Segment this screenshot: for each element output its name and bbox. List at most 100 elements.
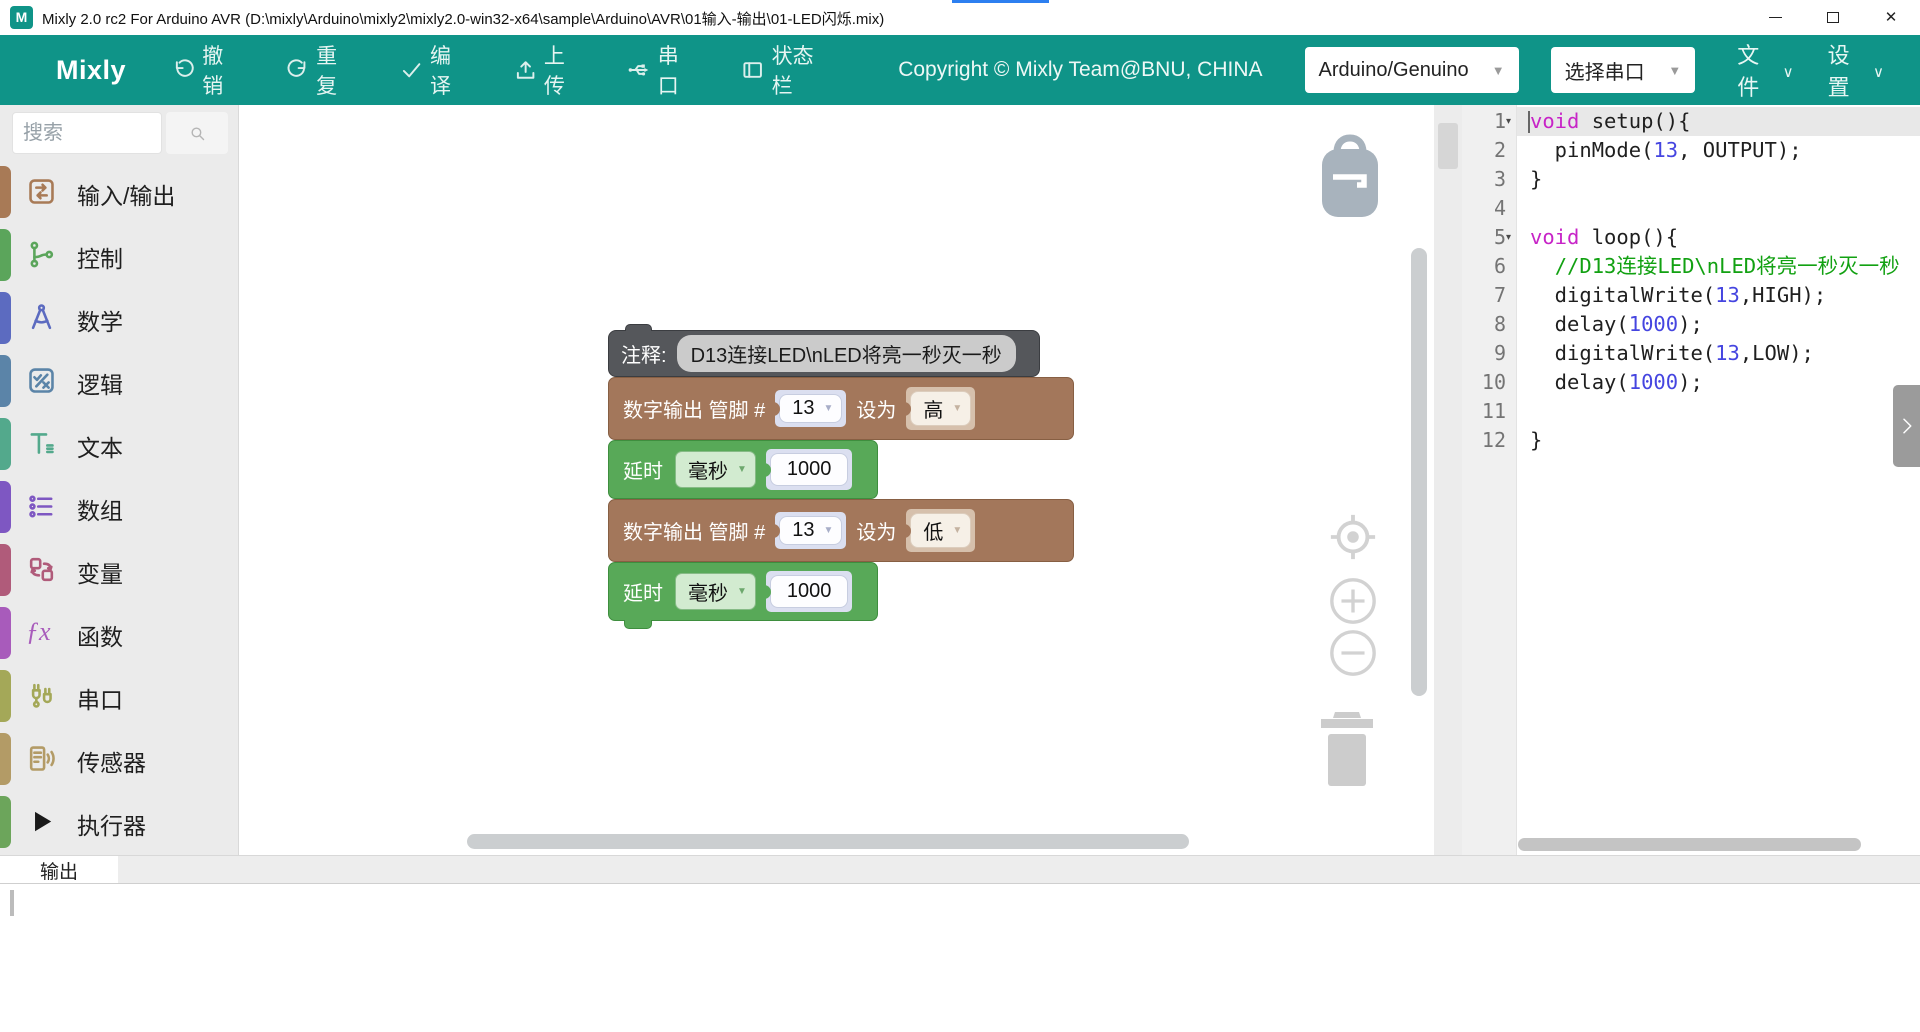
sidebar-category[interactable]: 逻辑 — [0, 349, 239, 412]
delay-value-field[interactable]: 1000 — [770, 575, 849, 608]
delay-value-field[interactable]: 1000 — [770, 453, 849, 486]
block-bottom-tab — [624, 620, 652, 629]
category-label: 变量 — [77, 555, 123, 589]
code-line[interactable]: 5▾void loop(){ — [1462, 223, 1920, 252]
port-select[interactable]: 选择串口 ▼ — [1551, 47, 1696, 93]
settings-menu-label: 设置 — [1828, 38, 1868, 102]
line-number: 9 — [1462, 339, 1506, 368]
code-line[interactable]: 7 digitalWrite(13,HIGH); — [1462, 281, 1920, 310]
delay-unit-dropdown[interactable]: 毫秒▼ — [675, 451, 756, 488]
set-label: 设为 — [856, 516, 896, 545]
compile-button[interactable]: 编译 — [400, 40, 468, 100]
fold-arrow-icon[interactable]: ▾ — [1506, 107, 1517, 136]
minimize-icon — [1769, 17, 1782, 18]
statusbar-button[interactable]: 状态栏 — [741, 40, 828, 100]
category-color-strip — [0, 544, 11, 596]
settings-menu[interactable]: 设置 ∨ — [1828, 38, 1884, 102]
maximize-icon — [1827, 12, 1839, 23]
code-horizontal-scrollbar[interactable] — [1518, 838, 1861, 851]
window-title: Mixly 2.0 rc2 For Arduino AVR (D:\mixly\… — [42, 8, 884, 29]
search-input[interactable] — [12, 112, 162, 154]
sidebar-category[interactable]: 变量 — [0, 538, 239, 601]
board-select-value: Arduino/Genuino — [1319, 59, 1469, 82]
category-label: 输入/输出 — [77, 177, 175, 211]
output-console[interactable] — [0, 883, 1920, 1032]
tab-output[interactable]: 输出 — [0, 856, 118, 884]
category-color-strip — [0, 607, 11, 659]
code-text: delay(1000); — [1530, 310, 1703, 339]
digital-write-low-block[interactable]: 数字输出 管脚 # 13▼ 设为 低▼ — [608, 499, 1074, 562]
code-line[interactable]: 6 //D13连接LED\nLED将亮一秒灭一秒 — [1462, 252, 1920, 281]
fold-arrow-icon[interactable]: ▾ — [1506, 223, 1517, 252]
comment-text-field[interactable]: D13连接LED\nLED将亮一秒灭一秒 — [677, 335, 1016, 372]
comment-block-label: 注释: — [621, 339, 667, 368]
line-number: 3 — [1462, 165, 1506, 194]
code-line[interactable]: 10 delay(1000); — [1462, 368, 1920, 397]
close-button[interactable]: ✕ — [1862, 0, 1920, 35]
undo-button[interactable]: 撤销 — [172, 40, 240, 100]
zoom-out-button[interactable] — [1328, 628, 1378, 678]
sidebar-category[interactable]: 输入/输出 — [0, 160, 239, 223]
code-line[interactable]: 4 — [1462, 194, 1920, 223]
pin-dropdown[interactable]: 13▼ — [779, 516, 842, 545]
divider-thumb[interactable] — [1438, 123, 1458, 169]
board-select[interactable]: Arduino/Genuino ▼ — [1305, 47, 1519, 93]
level-dropdown[interactable]: 低▼ — [910, 513, 971, 548]
code-text: digitalWrite(13,LOW); — [1530, 339, 1814, 368]
sidebar-category[interactable]: 控制 — [0, 223, 239, 286]
code-line[interactable]: 2 pinMode(13, OUTPUT); — [1462, 136, 1920, 165]
sidebar-category[interactable]: 数学 — [0, 286, 239, 349]
backpack-icon[interactable] — [1318, 132, 1382, 220]
output-caret — [10, 890, 14, 916]
pin-dropdown[interactable]: 13▼ — [779, 394, 842, 423]
redo-button[interactable]: 重复 — [286, 40, 354, 100]
code-line[interactable]: 8 delay(1000); — [1462, 310, 1920, 339]
sidebar-category[interactable]: 文本 — [0, 412, 239, 475]
chevron-down-icon: ▼ — [952, 525, 962, 536]
code-panel-expand-button[interactable] — [1893, 385, 1920, 467]
file-menu[interactable]: 文件 ∨ — [1737, 38, 1793, 102]
zoom-in-button[interactable] — [1328, 576, 1378, 626]
compile-icon — [400, 57, 423, 83]
level-dropdown[interactable]: 高▼ — [910, 391, 971, 426]
serial-button[interactable]: 串口 — [627, 40, 695, 100]
text-icon — [26, 428, 57, 459]
maximize-button[interactable] — [1804, 0, 1862, 35]
port-select-value: 选择串口 — [1565, 56, 1645, 85]
code-line[interactable]: 11 — [1462, 397, 1920, 426]
delay-block-1[interactable]: 延时 毫秒▼ 1000 — [608, 440, 878, 499]
workspace-vertical-scrollbar[interactable] — [1411, 248, 1427, 696]
delay-block-2[interactable]: 延时 毫秒▼ 1000 — [608, 562, 878, 621]
chevron-down-icon: ▼ — [1492, 63, 1505, 78]
zoom-reset-button[interactable] — [1328, 512, 1378, 562]
pin-value: 13 — [792, 397, 814, 420]
category-label: 传感器 — [77, 744, 146, 778]
compile-label: 编译 — [430, 40, 468, 100]
trash-icon[interactable] — [1315, 708, 1379, 790]
workspace-horizontal-scrollbar[interactable] — [467, 834, 1189, 849]
pin-socket: 13▼ — [775, 390, 846, 427]
panel-divider[interactable] — [1434, 105, 1462, 855]
digital-write-high-block[interactable]: 数字输出 管脚 # 13▼ 设为 高▼ — [608, 377, 1074, 440]
comment-block[interactable]: 注释: D13连接LED\nLED将亮一秒灭一秒 — [608, 330, 1040, 377]
code-line[interactable]: 1▾void setup(){ — [1462, 107, 1920, 136]
code-text: } — [1530, 426, 1542, 455]
minimize-button[interactable] — [1746, 0, 1804, 35]
digital-write-label: 数字输出 管脚 # — [623, 394, 765, 423]
code-line[interactable]: 12} — [1462, 426, 1920, 455]
sidebar-category[interactable]: 执行器 — [0, 790, 239, 853]
code-line[interactable]: 3} — [1462, 165, 1920, 194]
code-lines: 1▾void setup(){2 pinMode(13, OUTPUT);3}4… — [1462, 107, 1920, 455]
sidebar-category[interactable]: ƒx函数 — [0, 601, 239, 664]
code-panel: 1▾void setup(){2 pinMode(13, OUTPUT);3}4… — [1462, 105, 1920, 855]
sidebar-category[interactable]: 传感器 — [0, 727, 239, 790]
upload-button[interactable]: 上传 — [514, 40, 582, 100]
sidebar-category[interactable]: 串口 — [0, 664, 239, 727]
delay-unit-dropdown[interactable]: 毫秒▼ — [675, 573, 756, 610]
line-number: 12 — [1462, 426, 1506, 455]
code-line[interactable]: 9 digitalWrite(13,LOW); — [1462, 339, 1920, 368]
function-icon: ƒx — [26, 617, 57, 648]
category-list: 输入/输出控制数学逻辑文本数组变量 ƒx函数串口传感器执行器 — [0, 160, 239, 853]
sidebar-category[interactable]: 数组 — [0, 475, 239, 538]
search-button[interactable] — [166, 112, 228, 154]
